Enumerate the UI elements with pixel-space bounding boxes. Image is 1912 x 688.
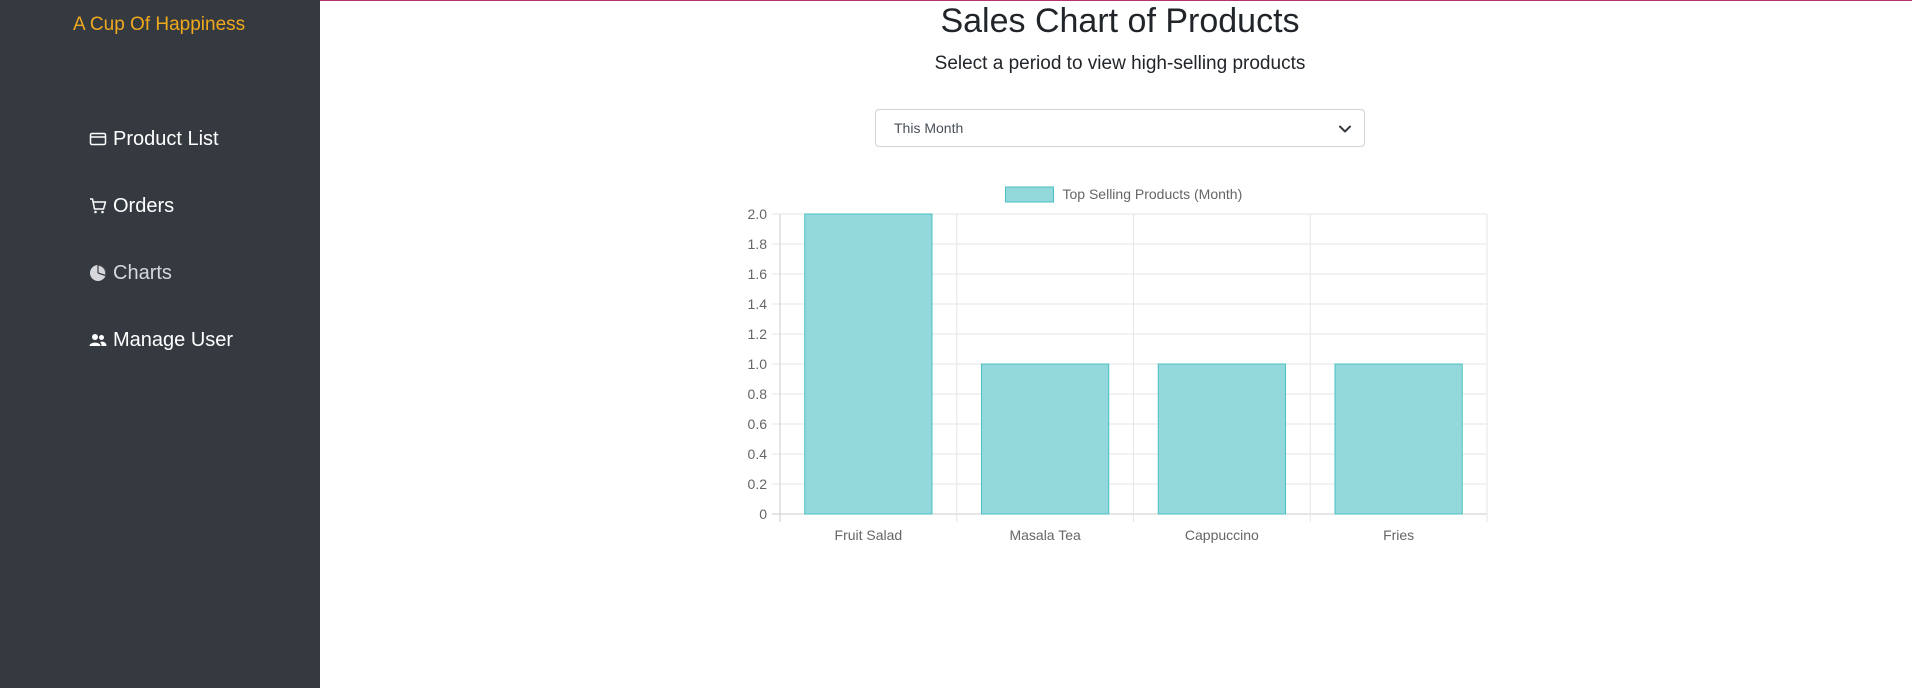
y-tick-label: 0.8 [748, 386, 768, 402]
y-tick-label: 2.0 [748, 206, 768, 222]
y-tick-label: 1.2 [748, 326, 768, 342]
legend-swatch [1005, 186, 1054, 203]
y-tick-label: 0.4 [748, 446, 768, 462]
y-tick-label: 1.6 [748, 266, 768, 282]
x-tick-label: Masala Tea [1009, 527, 1081, 543]
bar-fruit-salad [804, 213, 933, 515]
bar-chart: 0 0.2 0.4 0.6 0.8 1.0 1.2 1.4 1.6 1.8 2.0 Fruit Sal… [748, 186, 1488, 543]
legend-label: Top Selling Products (Month) [1063, 186, 1243, 202]
bar-masala-tea [980, 363, 1110, 515]
x-tick-label: Fruit Salad [835, 527, 903, 543]
bar-cappuccino [1157, 363, 1287, 515]
x-tick-label: Cappuccino [1185, 527, 1259, 543]
y-tick-label: 0 [759, 506, 767, 522]
y-tick-label: 0.6 [748, 416, 768, 432]
y-tick-label: 0.2 [748, 476, 768, 492]
y-tick-label: 1.0 [748, 356, 768, 372]
x-tick-label: Fries [1383, 527, 1414, 543]
y-tick-label: 1.8 [748, 236, 768, 252]
bar-fries [1334, 363, 1463, 515]
y-tick-label: 1.4 [748, 296, 768, 312]
